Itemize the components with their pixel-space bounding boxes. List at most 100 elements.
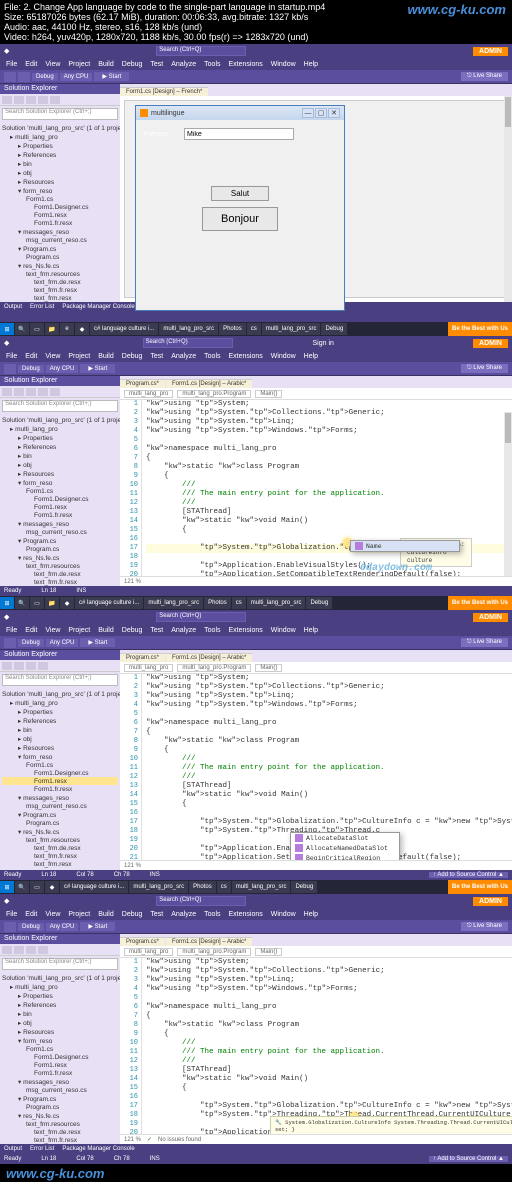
code-line[interactable]: "kw">using "tp">System; [146, 958, 512, 967]
taskbar-app[interactable]: multi_lang_pro_src [232, 881, 291, 893]
code-line[interactable]: { [146, 454, 512, 463]
taskbar-app[interactable]: multi_lang_pro_src [262, 323, 321, 335]
doc-tab-program[interactable]: Program.cs* [120, 937, 165, 946]
solution-tree[interactable]: Solution 'multi_lang_pro_src' (1 of 1 pr… [0, 688, 120, 870]
code-line[interactable]: "kw">namespace multi_lang_pro [146, 719, 512, 728]
code-editor[interactable]: 123456789101112131415161718192021222324 … [120, 674, 512, 860]
tree-node[interactable]: ▸ Resources [2, 1027, 118, 1036]
tree-node[interactable]: ▾ messages_reso [2, 227, 118, 236]
tree-node[interactable]: msg_current_reso.cs [2, 802, 118, 810]
explorer-icon[interactable]: 📁 [45, 323, 59, 335]
code-line[interactable]: [STAThread] [146, 1066, 512, 1075]
code-line[interactable]: /// [146, 1039, 512, 1048]
toolbar-fwd-icon[interactable] [18, 72, 30, 82]
tree-node[interactable]: text_frm.fr.resx [2, 1136, 118, 1144]
start-menu-icon[interactable]: ⊞ [0, 323, 14, 335]
tree-node[interactable]: Form1.cs [2, 1045, 118, 1053]
vs-search-box[interactable]: Search (Ctrl+Q) [143, 338, 233, 348]
tree-node[interactable]: text_frm.resx [2, 294, 118, 302]
tree-node[interactable]: text_frm.fr.resx [2, 852, 118, 860]
tree-node[interactable]: ▾ res_Ns.fe.cs [2, 827, 118, 836]
vs-icon[interactable]: ◆ [60, 597, 74, 609]
taskbar-app[interactable]: c# language culture i... [90, 323, 158, 335]
tree-node[interactable]: ▸ Properties [2, 433, 118, 442]
tree-node[interactable]: ▾ res_Ns.fe.cs [2, 553, 118, 562]
code-line[interactable]: "kw">static "kw">class Program [146, 1021, 512, 1030]
menu-analyze[interactable]: Analyze [171, 627, 196, 634]
source-control-link[interactable]: ↑ Add to Source Control ▲ [429, 1156, 508, 1162]
code-line[interactable]: "kw">using "tp">System."tp">Windows."tp"… [146, 427, 512, 436]
menu-tools[interactable]: Tools [204, 911, 220, 918]
solution-explorer-search[interactable]: Search Solution Explorer (Ctrl+;) [2, 108, 118, 120]
menu-test[interactable]: Test [150, 61, 163, 68]
code-line[interactable]: /// The main entry point for the applica… [146, 764, 512, 773]
code-line[interactable]: "kw">using "tp">System; [146, 400, 512, 409]
tree-node[interactable]: ▸ Resources [2, 177, 118, 186]
code-line[interactable]: { [146, 472, 512, 481]
home-icon[interactable] [2, 96, 12, 104]
tree-node[interactable]: ▸ bin [2, 1009, 118, 1018]
menu-debug[interactable]: Debug [122, 911, 143, 918]
code-line[interactable]: "kw">using "tp">System."tp">Collections.… [146, 683, 512, 692]
taskbar-app[interactable]: cs [247, 323, 261, 335]
tree-node[interactable]: Program.cs [2, 253, 118, 261]
menu-test[interactable]: Test [150, 911, 163, 918]
menu-analyze[interactable]: Analyze [171, 61, 196, 68]
taskbar-app[interactable]: multi_lang_pro_src [247, 597, 306, 609]
code-line[interactable]: { [146, 526, 512, 535]
menu-debug[interactable]: Debug [122, 627, 143, 634]
output-tab[interactable]: Output [4, 304, 22, 310]
maximize-icon[interactable]: ▢ [315, 108, 327, 118]
tree-node[interactable]: text_frm.resx [2, 860, 118, 868]
code-line[interactable]: /// [146, 1057, 512, 1066]
taskbar-app[interactable]: Debug [306, 597, 332, 609]
menu-help[interactable]: Help [304, 61, 318, 68]
solution-tree[interactable]: Solution 'multi_lang_pro_src' (1 of 1 pr… [0, 414, 120, 586]
zoom-level[interactable]: 121 % [124, 579, 141, 585]
tree-node[interactable]: Form1.resx [2, 503, 118, 511]
menu-file[interactable]: File [6, 61, 17, 68]
menu-view[interactable]: View [45, 353, 60, 360]
live-share-button[interactable]: ⎋ Live Share [461, 72, 508, 81]
code-editor[interactable]: 1234567891011121314151617181920212223 "k… [120, 958, 512, 1134]
tree-node[interactable]: ▸ obj [2, 1018, 118, 1027]
tree-node[interactable]: Program.cs [2, 545, 118, 553]
tree-node[interactable]: Form1.Designer.cs [2, 203, 118, 211]
code-line[interactable] [146, 436, 512, 445]
start-button[interactable]: ▶ Start [80, 364, 115, 373]
tree-node[interactable]: Solution 'multi_lang_pro_src' (1 of 1 pr… [2, 974, 118, 982]
tree-node[interactable]: Program.cs [2, 1103, 118, 1111]
code-line[interactable]: { [146, 746, 512, 755]
code-line[interactable]: "tp">System."tp">Globalization."tp">Cult… [146, 818, 512, 827]
tree-node[interactable]: Form1.resx [2, 211, 118, 219]
menu-debug[interactable]: Debug [122, 61, 143, 68]
tree-node[interactable]: ▸ bin [2, 725, 118, 734]
code-line[interactable]: "kw">static "kw">class Program [146, 737, 512, 746]
taskbar-app[interactable]: cs [232, 597, 246, 609]
config-dropdown[interactable]: Debug [32, 73, 58, 81]
code-line[interactable]: "tp">Application.SetCompatibleTextRender… [146, 571, 512, 576]
code-line[interactable]: [STAThread] [146, 508, 512, 517]
doc-tab-form1-design[interactable]: Form1.cs [Design] – French* [120, 87, 208, 96]
code-line[interactable] [146, 1093, 512, 1102]
code-line[interactable]: "kw">static "kw">class Program [146, 463, 512, 472]
menu-build[interactable]: Build [98, 911, 114, 918]
search-icon[interactable]: 🔍 [15, 881, 29, 893]
code-line[interactable]: /// [146, 481, 512, 490]
tree-node[interactable]: ▾ Program.cs [2, 244, 118, 253]
start-menu-icon[interactable]: ⊞ [0, 597, 14, 609]
code-line[interactable]: "kw">namespace multi_lang_pro [146, 445, 512, 454]
code-line[interactable]: "kw">static "kw">void Main() [146, 1075, 512, 1084]
vs-icon[interactable]: ◆ [75, 323, 89, 335]
sign-in-link[interactable]: Sign in [313, 340, 334, 347]
menu-help[interactable]: Help [304, 911, 318, 918]
pmc-tab[interactable]: Package Manager Console [62, 304, 134, 310]
vs-search-box[interactable]: Search (Ctrl+Q) [156, 896, 246, 906]
tree-node[interactable]: text_frm.de.resx [2, 570, 118, 578]
tree-node[interactable]: ▸ bin [2, 451, 118, 460]
sync-icon[interactable] [14, 96, 24, 104]
tree-node[interactable]: msg_current_reso.cs [2, 236, 118, 244]
intellisense-popup[interactable]: AllocateDataSlotAllocateNamedDataSlotBeg… [290, 832, 400, 860]
properties-icon[interactable] [50, 96, 60, 104]
code-line[interactable]: /// The main entry point for the applica… [146, 1048, 512, 1057]
